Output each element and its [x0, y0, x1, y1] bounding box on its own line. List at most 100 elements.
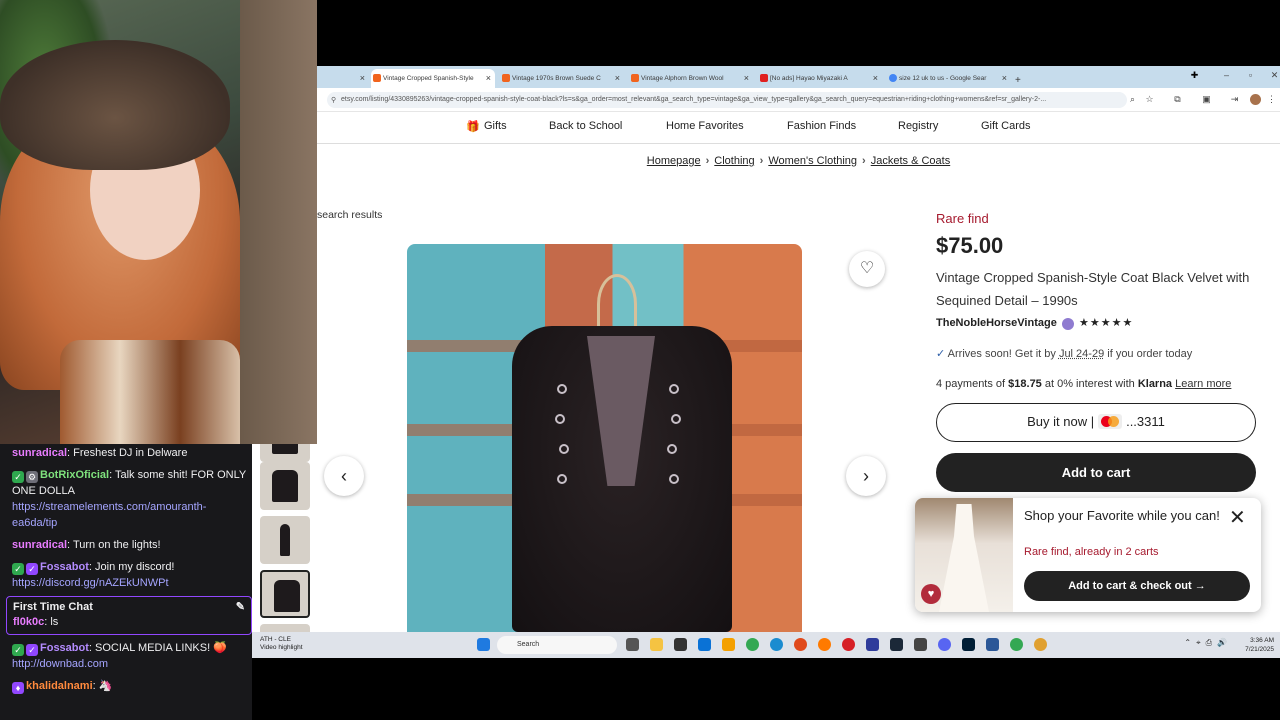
system-tray[interactable]: ⌃⌖⎙🔊 — [1184, 638, 1232, 648]
url-field[interactable]: ⚲ etsy.com/listing/4330895263/vintage-cro… — [327, 92, 1127, 108]
opera-icon[interactable] — [842, 638, 855, 651]
klarna-mid: at 0% interest with — [1041, 378, 1138, 390]
task-view-icon[interactable] — [626, 638, 639, 651]
check-badge-icon: ✓ — [12, 644, 24, 657]
close-window-icon[interactable]: ✕ — [1269, 70, 1280, 81]
nav-gift-cards[interactable]: Gift Cards — [981, 120, 1031, 132]
tab[interactable]: Vintage 1970s Brown Suede C × — [500, 69, 624, 88]
nav-fashion-finds[interactable]: Fashion Finds — [787, 120, 856, 132]
photoshop-icon[interactable] — [962, 638, 975, 651]
steam-icon[interactable] — [890, 638, 903, 651]
tab-active[interactable]: Vintage Cropped Spanish-Style × — [371, 69, 495, 88]
store-icon[interactable] — [698, 638, 711, 651]
nav-registry[interactable]: Registry — [898, 120, 938, 132]
breadcrumb-homepage[interactable]: Homepage — [647, 155, 701, 167]
discord-icon[interactable] — [938, 638, 951, 651]
thumbnail[interactable] — [260, 516, 310, 564]
close-tab-icon[interactable]: × — [744, 73, 749, 83]
tool-icon[interactable] — [914, 638, 927, 651]
gift-icon[interactable]: 🎁 — [466, 120, 480, 133]
breadcrumb-clothing[interactable]: Clothing — [714, 155, 754, 167]
browser-tab-bar: × Vintage Cropped Spanish-Style × Vintage… — [317, 66, 1280, 88]
minimize-icon[interactable]: – — [1221, 70, 1232, 81]
close-tab-icon[interactable]: × — [1002, 73, 1007, 83]
tab-label: Vintage Cropped Spanish-Style — [383, 75, 474, 82]
new-tab-button[interactable]: + — [1013, 69, 1027, 88]
rockstar-icon[interactable] — [866, 638, 879, 651]
taskbar-search[interactable]: Search — [497, 636, 617, 654]
back-to-search-results[interactable]: search results — [317, 209, 382, 221]
close-tab-icon[interactable]: × — [615, 73, 620, 83]
terminal-icon[interactable] — [674, 638, 687, 651]
app-icon[interactable] — [986, 638, 999, 651]
file-explorer-icon[interactable] — [650, 638, 663, 651]
favorite-heart-icon[interactable]: ♡ — [849, 251, 885, 287]
chat-user[interactable]: khalidalnami — [26, 680, 93, 692]
maximize-icon[interactable]: ▫ — [1245, 70, 1256, 81]
close-tab-icon[interactable]: × — [360, 73, 365, 83]
profile-avatar[interactable] — [1250, 94, 1261, 105]
arrives-date[interactable]: Jul 24-29 — [1059, 348, 1104, 360]
nav-home-favorites[interactable]: Home Favorites — [666, 120, 744, 132]
breadcrumb-womens-clothing[interactable]: Women's Clothing — [768, 155, 857, 167]
news-widget[interactable]: ATH - CLE Video highlight — [260, 636, 303, 652]
paint-icon[interactable] — [722, 638, 735, 651]
sidebar-icon[interactable]: ▣ — [1201, 94, 1212, 105]
shop-name[interactable]: TheNobleHorseVintage — [936, 317, 1057, 329]
thumbnail[interactable] — [260, 624, 310, 632]
thumbnail[interactable] — [260, 444, 310, 462]
bookmark-star-icon[interactable]: ☆ — [1144, 94, 1155, 105]
heart-icon[interactable]: ♥ — [921, 584, 941, 604]
learn-more-link[interactable]: Learn more — [1175, 378, 1231, 390]
chrome-icon[interactable] — [746, 638, 759, 651]
chat-link[interactable]: https://discord.gg/nAZEkUNWPt — [12, 577, 169, 589]
add-to-cart-checkout-button[interactable]: Add to cart & check out → — [1024, 571, 1250, 601]
close-icon[interactable]: ✕ — [1229, 508, 1246, 528]
tab-search-icon[interactable]: ✚ — [1189, 70, 1200, 81]
origin-icon[interactable] — [794, 638, 807, 651]
close-tab-icon[interactable]: × — [873, 73, 878, 83]
thumbnail-selected[interactable] — [260, 570, 310, 618]
firefox-icon[interactable] — [818, 638, 831, 651]
tab[interactable]: [No ads] Hayao Miyazaki A × — [758, 69, 882, 88]
product-image[interactable] — [407, 244, 802, 632]
chrome-canary-icon[interactable] — [1034, 638, 1047, 651]
tab[interactable]: Vintage Alphorn Brown Wool × — [629, 69, 753, 88]
tab-partial[interactable]: × — [317, 69, 369, 88]
extensions-icon[interactable]: ⧉ — [1172, 94, 1183, 105]
chrome-profile-icon[interactable] — [1010, 638, 1023, 651]
thumbnail-jacket — [272, 470, 298, 502]
thumbnail-strip — [252, 444, 317, 632]
chat-user[interactable]: sunradical — [12, 539, 67, 551]
delivery-estimate: ✓ Arrives soon! Get it by Jul 24-29 if y… — [936, 347, 1192, 360]
cast-icon[interactable]: ⇥ — [1229, 94, 1240, 105]
chat-user[interactable]: fl0k0c — [13, 616, 44, 628]
tab-label: size 12 uk to us - Google Sear — [899, 75, 987, 82]
site-info-icon[interactable]: ⚲ — [331, 96, 336, 104]
start-icon[interactable] — [477, 638, 490, 651]
nav-back-to-school[interactable]: Back to School — [549, 120, 622, 132]
breadcrumb-jackets-coats[interactable]: Jackets & Coats — [871, 155, 950, 167]
chevron-right-icon[interactable]: › — [846, 456, 886, 496]
chat-user[interactable]: Fossabot — [40, 642, 89, 654]
add-to-cart-button[interactable]: Add to cart — [936, 453, 1256, 492]
chat-user[interactable]: sunradical — [12, 447, 67, 459]
chat-user[interactable]: BotRixOficial — [40, 469, 109, 481]
zoom-icon[interactable]: ⌕ — [1127, 94, 1138, 105]
chat-link[interactable]: https://streamelements.com/amouranth-ea6… — [12, 501, 206, 529]
chat-link[interactable]: http://downbad.com — [12, 658, 108, 670]
buy-it-now-button[interactable]: Buy it now | ...3311 — [936, 403, 1256, 442]
chat-user[interactable]: Fossabot — [40, 561, 89, 573]
chevron-left-icon[interactable]: ‹ — [324, 456, 364, 496]
chat-message: ✓ ✓ Fossabot: Join my discord! https://dis… — [12, 560, 246, 592]
sequin-swirl — [559, 444, 569, 454]
thumbnail[interactable] — [260, 462, 310, 510]
tab[interactable]: size 12 uk to us - Google Sear × — [887, 69, 1011, 88]
edge-icon[interactable] — [770, 638, 783, 651]
close-tab-icon[interactable]: × — [486, 73, 491, 83]
nav-gifts[interactable]: Gifts — [484, 120, 507, 132]
edit-icon[interactable]: ✎ — [236, 600, 245, 616]
taskbar-clock[interactable]: 3:36 AM 7/21/2025 — [1245, 636, 1274, 654]
chat-text: : Turn on the lights! — [67, 538, 161, 551]
menu-kebab-icon[interactable]: ⋮ — [1266, 94, 1277, 105]
